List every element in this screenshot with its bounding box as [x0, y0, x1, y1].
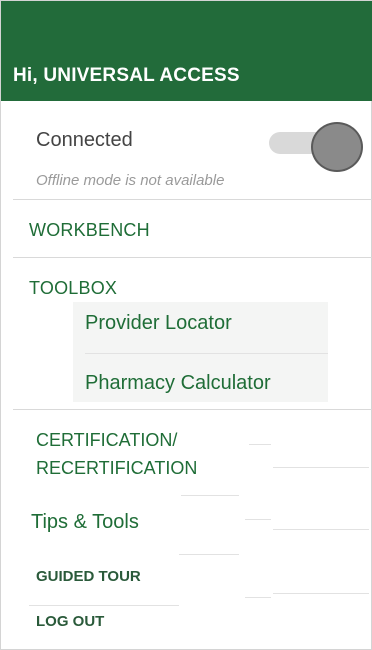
- menu-item-certification[interactable]: CERTIFICATION/ RECERTIFICATION: [36, 426, 197, 482]
- certification-line-1: CERTIFICATION/: [36, 430, 178, 450]
- divider: [13, 409, 372, 410]
- menu-item-guided-tour[interactable]: GUIDED TOUR: [36, 568, 141, 585]
- divider: [13, 257, 372, 258]
- faint-line: [273, 529, 369, 530]
- faint-line: [245, 519, 271, 520]
- menu-item-provider-locator[interactable]: Provider Locator: [85, 312, 232, 335]
- faint-line: [273, 593, 369, 594]
- toggle-thumb[interactable]: [311, 122, 363, 172]
- menu-item-tips-and-tools[interactable]: Tips & Tools: [31, 511, 139, 534]
- faint-line: [179, 554, 239, 555]
- certification-line-2: RECERTIFICATION: [36, 458, 198, 478]
- faint-line: [29, 605, 179, 606]
- divider: [13, 199, 372, 200]
- faint-line: [249, 444, 271, 445]
- menu-item-log-out[interactable]: LOG OUT: [36, 613, 104, 630]
- connected-label: Connected: [36, 129, 133, 151]
- drawer-header: Hi, UNIVERSAL ACCESS: [1, 1, 372, 101]
- submenu-divider: [85, 353, 328, 354]
- faint-line: [181, 495, 239, 496]
- menu-item-pharmacy-calculator[interactable]: Pharmacy Calculator: [85, 372, 271, 395]
- menu-item-workbench[interactable]: WORKBENCH: [29, 220, 150, 241]
- greeting-text: Hi, UNIVERSAL ACCESS: [13, 65, 240, 86]
- faint-line: [245, 597, 271, 598]
- menu-item-toolbox[interactable]: TOOLBOX: [29, 278, 117, 299]
- connected-toggle[interactable]: [269, 122, 365, 172]
- navigation-drawer: Hi, UNIVERSAL ACCESS Connected Offline m…: [0, 0, 372, 650]
- offline-mode-note: Offline mode is not available: [36, 172, 225, 189]
- faint-line: [273, 467, 369, 468]
